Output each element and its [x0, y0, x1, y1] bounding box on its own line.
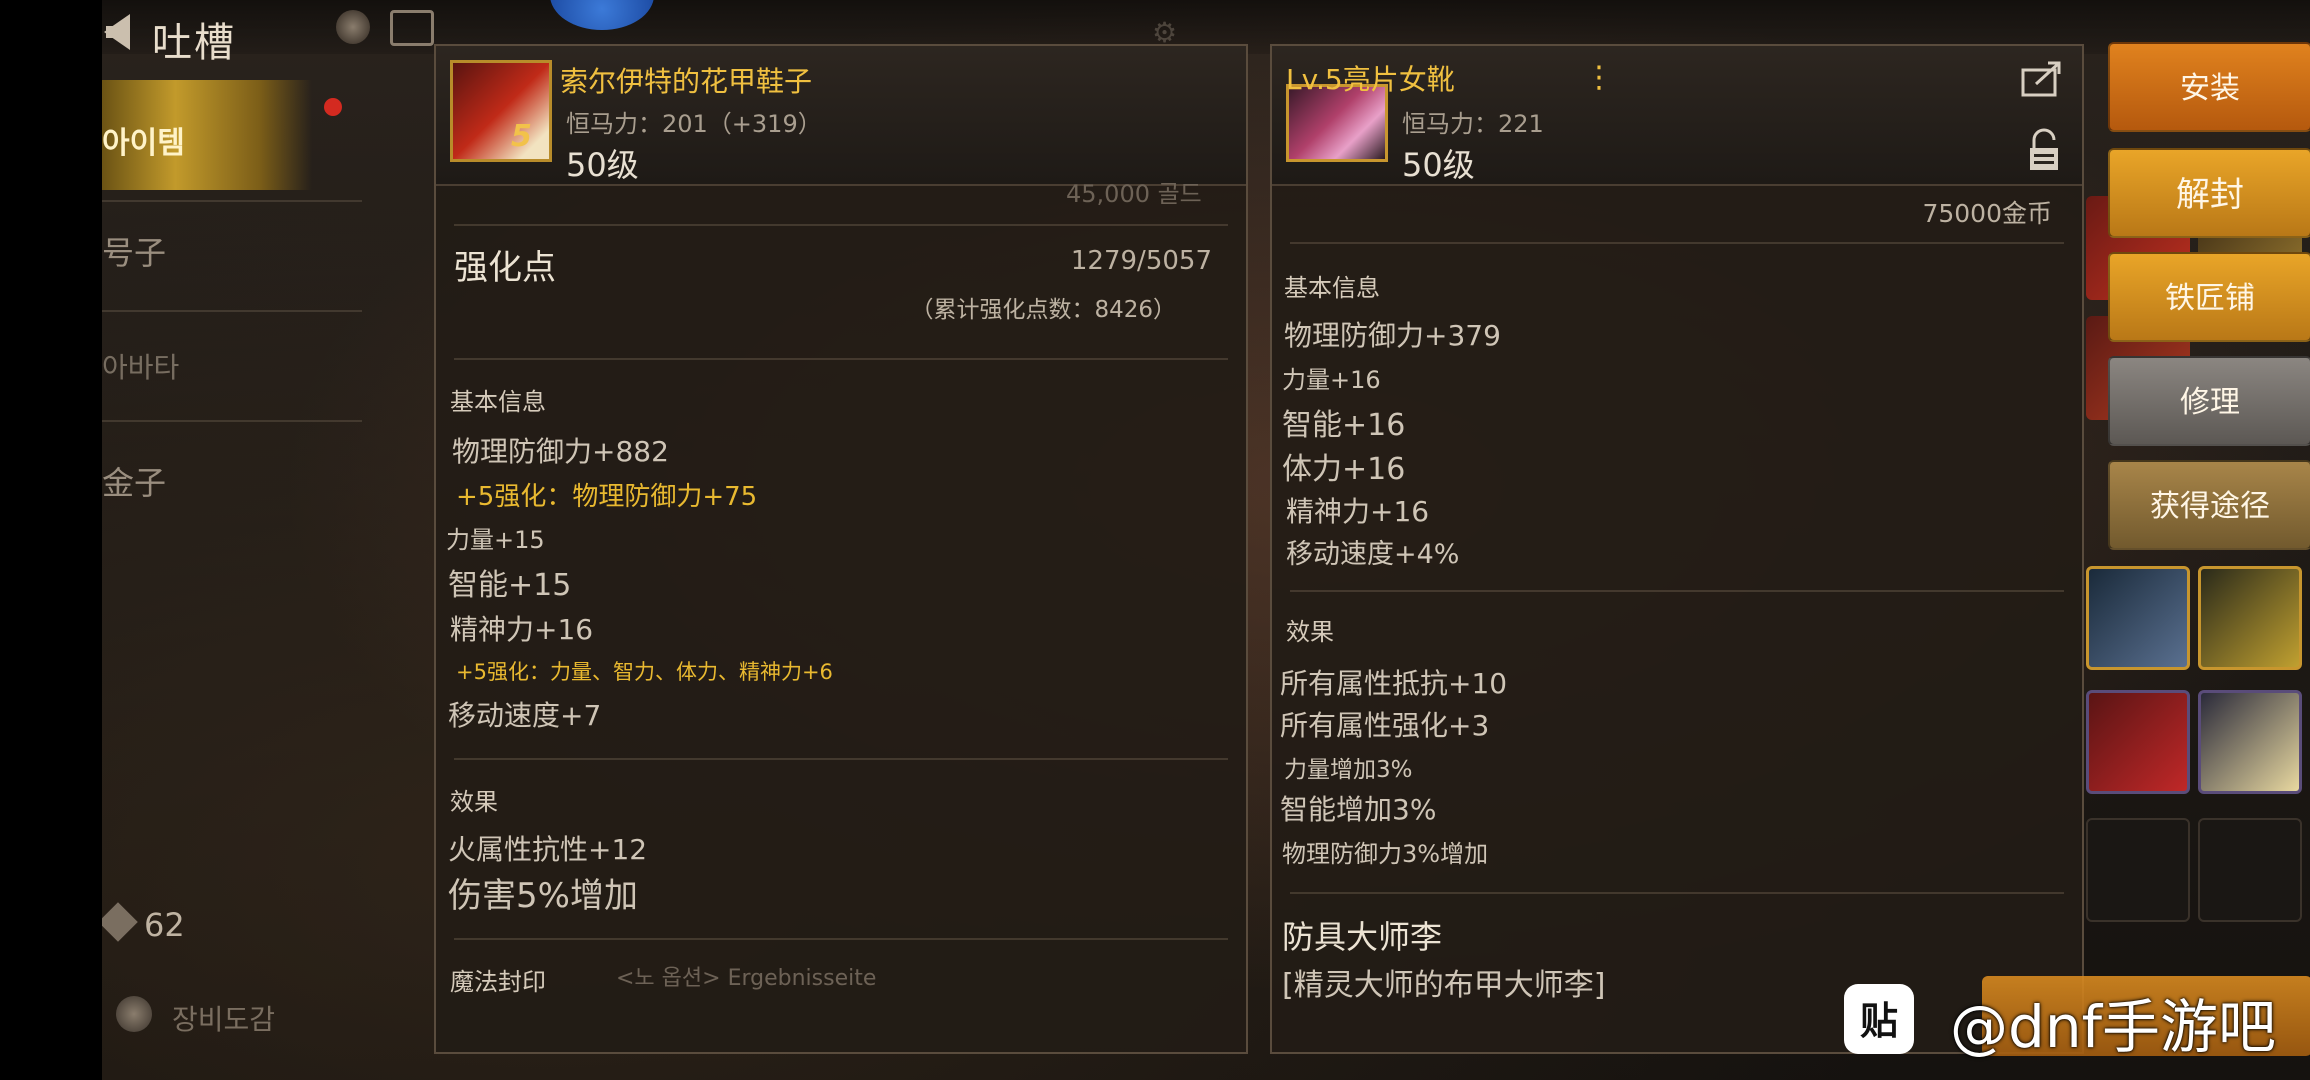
effect-line: 智能增加3%: [1280, 793, 1437, 826]
page-title: 吐槽: [152, 20, 236, 66]
enhance-points-label: 强化点: [454, 248, 556, 288]
watermark-text: @dnf手游吧: [1950, 993, 2276, 1061]
sidebar-count: 62: [144, 906, 185, 944]
blacksmith-button[interactable]: 铁匠铺: [2108, 252, 2310, 342]
stat-line: 智能+15: [448, 568, 572, 603]
back-arrow-icon[interactable]: [104, 14, 130, 50]
divider: [1290, 590, 2064, 592]
enhance-points-total: （累计强化点数：8426）: [910, 297, 1176, 323]
stat-line: 智能+16: [1282, 408, 1406, 443]
divider: [102, 310, 362, 312]
inventory-slot[interactable]: [2086, 818, 2190, 922]
divider: [454, 758, 1228, 760]
stat-line: 精神力+16: [1286, 495, 1430, 528]
divider: [1290, 892, 2064, 894]
effect-line: 伤害5%增加: [448, 876, 638, 916]
stat-line: 移动速度+4%: [1286, 539, 1460, 570]
more-options-icon[interactable]: ⋮: [1584, 60, 1614, 95]
inventory-slot[interactable]: [2198, 818, 2302, 922]
share-icon[interactable]: [2020, 60, 2064, 98]
collection-icon[interactable]: [116, 996, 152, 1032]
divider: [454, 358, 1228, 360]
effect-line: 力量增加3%: [1284, 757, 1413, 783]
enhance-level-badge: 5: [511, 119, 532, 154]
tooltip-header: 5 索尔伊特的花甲鞋子 恒马力：201（+319） 50级: [436, 46, 1246, 186]
stat-line: 体力+16: [1282, 452, 1406, 487]
sidebar-item-2[interactable]: 아바타: [102, 346, 179, 386]
obtain-method-button[interactable]: 获得途径: [2108, 460, 2310, 550]
lock-icon[interactable]: [2026, 128, 2062, 172]
inventory-slot[interactable]: [2198, 690, 2302, 794]
effect-title: 效果: [450, 788, 498, 816]
item-name: 索尔伊特的花甲鞋子: [560, 65, 813, 98]
sidebar-item-3[interactable]: 金子: [102, 458, 166, 504]
divider: [102, 420, 362, 422]
set-title: 防具大师李: [1282, 918, 1443, 956]
stat-line: 物理防御力+379: [1284, 319, 1501, 352]
notification-dot: [324, 98, 342, 116]
gem-icon: [102, 902, 138, 942]
item-level: 50级: [566, 146, 639, 184]
divider: [102, 200, 362, 202]
unseal-button[interactable]: 解封: [2108, 148, 2310, 238]
item-stat-line: 恒马力：221: [1402, 110, 1544, 138]
inventory-slot[interactable]: [2086, 566, 2190, 670]
sidebar-item-1[interactable]: 号子: [102, 228, 166, 274]
inventory-slot[interactable]: [2086, 690, 2190, 794]
install-button[interactable]: 安装: [2108, 42, 2310, 132]
item-tooltip-equipped: 5 索尔伊特的花甲鞋子 恒马力：201（+319） 50级 45,000 골드 …: [434, 44, 1248, 1054]
shoe-item-icon: 5: [450, 60, 552, 162]
divider: [1290, 242, 2064, 244]
sidebar-item-active-label: 아이템: [102, 126, 185, 161]
item-price: 75000金币: [1922, 199, 2052, 228]
effect-line: 所有属性强化+3: [1280, 709, 1490, 742]
repair-button[interactable]: 修理: [2108, 356, 2310, 446]
tieba-logo-icon: 贴: [1844, 984, 1914, 1054]
stat-line: 移动速度+7: [448, 699, 602, 732]
sidebar-bottom-label[interactable]: 장비도감: [172, 998, 275, 1038]
price-partial: 45,000 골드: [1066, 180, 1202, 208]
stat-line: 力量+16: [1282, 366, 1381, 394]
item-name: Lv.5亮片女靴: [1286, 63, 1455, 96]
divider: [454, 224, 1228, 226]
tooltip-header: Lv.5亮片女靴 ⋮ 恒马力：221 50级: [1272, 46, 2082, 186]
effect-line: 火属性抗性+12: [448, 833, 648, 866]
effect-line: 所有属性抵抗+10: [1280, 667, 1508, 700]
stat-line: 力量+15: [446, 526, 545, 554]
magic-seal-partial: <노 옵션> Ergebnisseite: [616, 966, 877, 991]
stat-line: 精神力+16: [450, 613, 594, 646]
blue-orb-icon: [550, 0, 654, 30]
shield-icon[interactable]: [336, 10, 370, 44]
item-stat-line: 恒马力：201（+319）: [566, 110, 822, 138]
stat-line: +5强化：力量、智力、体力、精神力+6: [456, 660, 833, 684]
stat-line: +5强化：物理防御力+75: [456, 482, 758, 512]
inventory-slot[interactable]: [2198, 566, 2302, 670]
divider: [454, 938, 1228, 940]
item-tooltip-compare: Lv.5亮片女靴 ⋮ 恒马力：221 50级 75000金币 基本信息 物理防御…: [1270, 44, 2084, 1054]
effect-title: 效果: [1286, 618, 1334, 646]
basic-info-title: 基本信息: [1284, 274, 1380, 302]
item-level: 50级: [1402, 146, 1475, 184]
stat-line: 物理防御力+882: [452, 435, 669, 468]
menu-icon[interactable]: [390, 10, 434, 46]
game-screen: 吐槽 ⚙ 아이템 号子 아바타 金子 62 장비도감 5 索尔伊特的花甲鞋子 恒…: [102, 0, 2310, 1080]
effect-line: 物理防御力3%增加: [1282, 840, 1489, 868]
set-name: [精灵大师的布甲大师李]: [1282, 968, 1606, 1003]
basic-info-title: 基本信息: [450, 388, 546, 416]
magic-seal-title: 魔法封印: [450, 968, 546, 996]
enhance-points-value: 1279/5057: [1070, 246, 1212, 276]
